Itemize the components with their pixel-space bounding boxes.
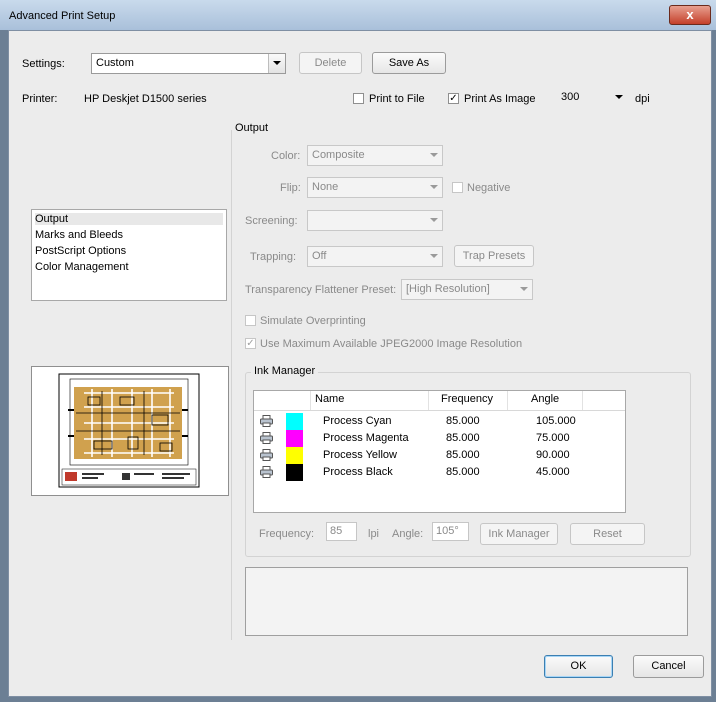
ink-name: Process Magenta: [323, 432, 409, 444]
print-as-image-label: Print As Image: [464, 93, 536, 105]
flattener-value: [High Resolution]: [406, 283, 490, 295]
settings-value: Custom: [96, 57, 134, 69]
flip-label: Flip:: [280, 182, 301, 194]
chevron-down-icon: [426, 247, 442, 266]
nav-item-output[interactable]: Output: [35, 213, 223, 225]
ink-color-swatch: [286, 447, 303, 464]
dialog-window: Advanced Print Setup x Settings: Custom …: [0, 0, 716, 702]
ink-name: Process Cyan: [323, 415, 392, 427]
dpi-value: 300: [561, 91, 580, 103]
ink-frequency: 85.000: [446, 449, 480, 461]
screening-dropdown[interactable]: [307, 210, 443, 231]
page-preview: [31, 366, 229, 496]
lpi-label: lpi: [368, 528, 380, 540]
flip-value: None: [312, 181, 339, 193]
chevron-down-icon: [516, 280, 532, 299]
ink-row[interactable]: Process Yellow 85.000 90.000: [254, 447, 626, 464]
ink-angle: 45.000: [536, 466, 570, 478]
save-as-button[interactable]: Save As: [372, 52, 446, 74]
simulate-overprinting-checkbox[interactable]: [245, 315, 256, 326]
ink-angle: 105.000: [536, 415, 576, 427]
ink-name: Process Black: [323, 466, 393, 478]
ink-table-header: Name Frequency Angle: [254, 391, 625, 411]
color-value: Composite: [312, 149, 365, 161]
close-icon: x: [686, 7, 694, 22]
ink-row[interactable]: Process Magenta 85.000 75.000: [254, 430, 626, 447]
color-label: Color:: [271, 150, 301, 162]
column-header-angle[interactable]: Angle: [531, 393, 559, 405]
header-divider: [582, 391, 583, 410]
frequency-label: Frequency:: [259, 528, 315, 540]
print-to-file-checkbox[interactable]: [353, 93, 364, 104]
ink-manager-button[interactable]: Ink Manager: [480, 523, 558, 545]
ink-angle: 90.000: [536, 449, 570, 461]
ok-button[interactable]: OK: [544, 655, 613, 678]
frequency-input[interactable]: 85: [326, 522, 357, 541]
floor-plan-preview-image: [58, 373, 200, 488]
dpi-dropdown[interactable]: 300: [557, 88, 627, 108]
angle-input[interactable]: 105°: [432, 522, 469, 541]
dialog-body: Settings: Custom Delete Save As Printer:…: [8, 30, 712, 697]
chevron-down-icon: [611, 88, 627, 108]
column-header-frequency[interactable]: Frequency: [441, 393, 493, 405]
ink-table: Name Frequency Angle Process Cyan 85.000 1…: [253, 390, 626, 513]
print-to-file-label: Print to File: [369, 93, 425, 105]
printer-icon[interactable]: [260, 449, 273, 461]
nav-item-color-management[interactable]: Color Management: [35, 261, 129, 273]
trapping-value: Off: [312, 250, 327, 262]
chevron-down-icon: [426, 211, 442, 230]
dpi-label: dpi: [635, 93, 650, 105]
ink-angle: 75.000: [536, 432, 570, 444]
header-divider: [428, 391, 429, 410]
negative-label: Negative: [467, 182, 511, 194]
flattener-label: Transparency Flattener Preset:: [245, 284, 397, 296]
printer-label: Printer:: [22, 93, 58, 105]
category-list: Output Marks and Bleeds PostScript Optio…: [31, 209, 227, 301]
jpeg2000-label: Use Maximum Available JPEG2000 Image Res…: [260, 338, 523, 350]
reset-button[interactable]: Reset: [570, 523, 645, 545]
printer-name: HP Deskjet D1500 series: [84, 93, 207, 105]
trapping-dropdown[interactable]: Off: [307, 246, 443, 267]
printer-icon[interactable]: [260, 466, 273, 478]
settings-dropdown[interactable]: Custom: [91, 53, 286, 74]
angle-label: Angle:: [392, 528, 424, 540]
trap-presets-button[interactable]: Trap Presets: [454, 245, 534, 267]
header-divider: [310, 391, 311, 410]
ink-name: Process Yellow: [323, 449, 397, 461]
ink-frequency: 85.000: [446, 466, 480, 478]
ink-row[interactable]: Process Cyan 85.000 105.000: [254, 413, 626, 430]
nav-item-marks-and-bleeds[interactable]: Marks and Bleeds: [35, 229, 123, 241]
description-box: [245, 567, 688, 636]
negative-checkbox[interactable]: [452, 182, 463, 193]
simulate-overprinting-label: Simulate Overprinting: [260, 315, 366, 327]
chevron-down-icon: [426, 146, 442, 165]
nav-item-postscript-options[interactable]: PostScript Options: [35, 245, 126, 257]
ink-row[interactable]: Process Black 85.000 45.000: [254, 464, 626, 481]
chevron-down-icon: [426, 178, 442, 197]
flattener-dropdown[interactable]: [High Resolution]: [401, 279, 533, 300]
trapping-label: Trapping:: [250, 251, 297, 263]
ink-color-swatch: [286, 413, 303, 430]
close-button[interactable]: x: [669, 5, 711, 25]
delete-button[interactable]: Delete: [299, 52, 362, 74]
column-header-name[interactable]: Name: [315, 393, 344, 405]
header-divider: [507, 391, 508, 410]
window-title: Advanced Print Setup: [9, 10, 116, 22]
chevron-down-icon: [268, 54, 285, 73]
ink-color-swatch: [286, 430, 303, 447]
ink-frequency: 85.000: [446, 432, 480, 444]
flip-dropdown[interactable]: None: [307, 177, 443, 198]
print-as-image-checkbox[interactable]: ✓: [448, 93, 459, 104]
cancel-button[interactable]: Cancel: [633, 655, 704, 678]
ink-manager-group-label: Ink Manager: [251, 365, 319, 377]
ink-frequency: 85.000: [446, 415, 480, 427]
ink-color-swatch: [286, 464, 303, 481]
printer-icon[interactable]: [260, 415, 273, 427]
printer-icon[interactable]: [260, 432, 273, 444]
title-bar[interactable]: Advanced Print Setup x: [0, 0, 716, 30]
jpeg2000-checkbox[interactable]: ✓: [245, 338, 256, 349]
settings-label: Settings:: [22, 58, 65, 70]
screening-label: Screening:: [245, 215, 298, 227]
color-dropdown[interactable]: Composite: [307, 145, 443, 166]
